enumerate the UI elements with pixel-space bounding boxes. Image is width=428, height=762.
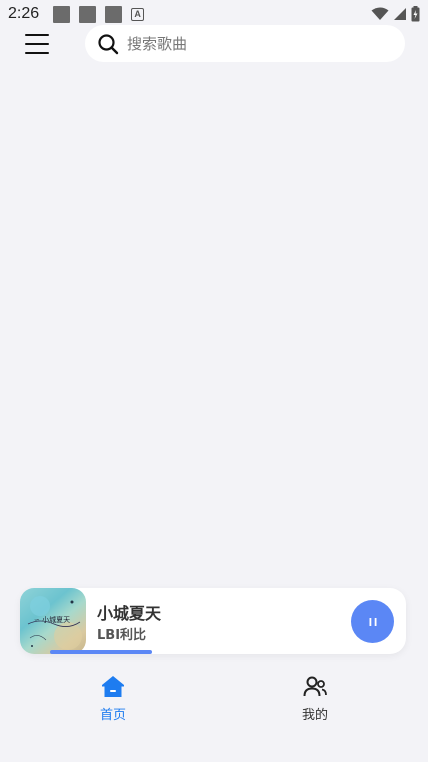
album-cover-art: ∽ 小城夏天 [27, 596, 82, 650]
search-input[interactable] [127, 34, 377, 53]
status-icons [371, 6, 420, 22]
users-icon [303, 676, 327, 697]
svg-text:∽ 小城夏天: ∽ 小城夏天 [34, 615, 70, 624]
notification-icon [53, 5, 71, 23]
bottom-navigation: 首页 我的 [0, 668, 428, 728]
app-notification-icon: A [131, 7, 145, 21]
menu-icon-bar [25, 52, 49, 54]
menu-icon [25, 34, 49, 36]
nav-mine[interactable]: 我的 [275, 674, 355, 723]
search-bar[interactable] [85, 25, 405, 62]
status-bar: 2:26 A [0, 0, 428, 28]
album-cover[interactable]: ∽ 小城夏天 [20, 588, 86, 654]
home-icon [102, 676, 124, 697]
song-title: 小城夏天 [97, 604, 162, 623]
progress-bar[interactable] [50, 650, 390, 654]
nav-home[interactable]: 首页 [73, 674, 153, 723]
notification-icon [79, 5, 97, 23]
search-icon [98, 33, 119, 54]
mini-player[interactable]: ∽ 小城夏天 小城夏天 LBI利比 [20, 588, 406, 654]
signal-icon [394, 8, 406, 20]
pause-button[interactable] [351, 600, 394, 643]
wifi-icon [371, 7, 389, 20]
progress-fill [50, 650, 152, 654]
nav-mine-label: 我的 [301, 708, 328, 723]
status-time: 2:26 [8, 5, 40, 22]
menu-icon-bar [25, 43, 49, 45]
nav-home-label: 首页 [99, 708, 126, 723]
notification-icon [105, 5, 123, 23]
menu-button[interactable] [25, 34, 49, 54]
song-artist: LBI利比 [97, 628, 147, 643]
pause-icon [369, 617, 376, 626]
battery-icon [411, 6, 420, 22]
